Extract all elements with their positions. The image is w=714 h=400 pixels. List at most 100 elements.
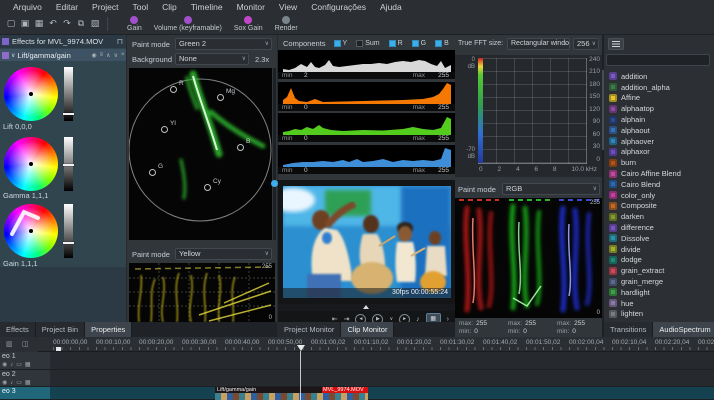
- timeline-zone-marker[interactable]: [56, 347, 61, 351]
- dock-tab[interactable]: Project Bin: [36, 322, 85, 337]
- transition-list-item[interactable]: grain_merge: [604, 276, 714, 287]
- component-checkbox[interactable]: B: [435, 40, 449, 47]
- component-checkbox[interactable]: R: [389, 40, 403, 47]
- menu-item[interactable]: Tool: [126, 2, 156, 12]
- redo-icon[interactable]: ↷: [60, 18, 74, 29]
- track-header[interactable]: eo 3: [0, 387, 50, 400]
- component-checkbox[interactable]: G: [412, 40, 426, 47]
- transition-list-item[interactable]: darken: [604, 211, 714, 222]
- lift-slider[interactable]: [64, 67, 73, 121]
- transition-list-item[interactable]: divide: [604, 244, 714, 255]
- hamburger-menu-button[interactable]: [608, 38, 624, 50]
- chevron-down-icon[interactable]: ∨: [11, 52, 15, 59]
- fft-size-select[interactable]: 256: [573, 38, 599, 50]
- menu-item[interactable]: Clip: [155, 2, 184, 12]
- seek-position-icon[interactable]: [363, 305, 369, 309]
- track-hide-icon[interactable]: ◉: [2, 362, 10, 368]
- dock-tab[interactable]: Transitions: [604, 322, 653, 337]
- transition-list-item[interactable]: Affine: [604, 93, 714, 104]
- transition-list-item[interactable]: Composite: [604, 201, 714, 212]
- monitor-tab[interactable]: Clip Monitor: [341, 322, 394, 337]
- track-lane[interactable]: [50, 370, 714, 388]
- waveform-paint-mode-select[interactable]: Yellow: [175, 248, 272, 260]
- toolbar-action-button[interactable]: Render: [275, 16, 298, 32]
- vectorscope-background-select[interactable]: None: [175, 53, 249, 65]
- transition-list-item[interactable]: lighten: [604, 309, 714, 320]
- save-icon[interactable]: ▦: [32, 18, 46, 29]
- track-hide-icon[interactable]: ◉: [2, 380, 10, 386]
- copy-icon[interactable]: ⧉: [74, 18, 88, 29]
- toolbar-action-button[interactable]: Gain: [127, 16, 142, 32]
- transition-list-item[interactable]: alphaxor: [604, 147, 714, 158]
- track-lock-icon[interactable]: ▭: [16, 362, 25, 368]
- track-composite-icon[interactable]: ▦: [25, 362, 34, 368]
- track-lane[interactable]: [50, 387, 714, 400]
- checkbox-icon[interactable]: [356, 40, 363, 47]
- checkbox-icon[interactable]: [389, 40, 396, 47]
- vectorscope-paint-mode-select[interactable]: Green 2: [175, 38, 272, 50]
- playhead-handle[interactable]: [297, 345, 305, 351]
- transition-list-item[interactable]: alphaatop: [604, 103, 714, 114]
- transition-list-item[interactable]: Dissolve: [604, 233, 714, 244]
- transition-list-item[interactable]: Cairo Affine Blend: [604, 168, 714, 179]
- preset-icon[interactable]: ◉: [91, 52, 96, 59]
- menu-item[interactable]: Configurações: [304, 2, 373, 12]
- component-checkbox[interactable]: Sum: [356, 40, 379, 47]
- gamma-color-wheel[interactable]: [4, 137, 58, 191]
- transition-list-item[interactable]: Cairo Blend: [604, 179, 714, 190]
- menu-item[interactable]: Project: [85, 2, 125, 12]
- gamma-slider[interactable]: [64, 137, 73, 191]
- track-header[interactable]: eo 1 ◉♪▭▦: [0, 352, 50, 370]
- menu-item[interactable]: Arquivo: [6, 2, 49, 12]
- track-lock-icon[interactable]: ▭: [16, 380, 25, 386]
- dock-tab[interactable]: AudioSpectrum: [653, 322, 714, 337]
- pin-icon[interactable]: ⊓: [114, 37, 126, 46]
- transition-list-item[interactable]: hue: [604, 298, 714, 309]
- transition-list-item[interactable]: addition_alpha: [604, 82, 714, 93]
- checkbox-icon[interactable]: [412, 40, 419, 47]
- effect-header-row[interactable]: ∨ Lift/gamma/gain ◉ ≡ ∧ ∨ ×: [0, 49, 126, 61]
- timeline-ruler[interactable]: 00:00:00,0000:00:10,0000:00:20,0000:00:3…: [38, 337, 714, 352]
- monitor-seek-bar[interactable]: [278, 304, 455, 311]
- checkbox-icon[interactable]: [334, 40, 341, 47]
- component-checkbox[interactable]: Y: [334, 40, 348, 47]
- menu-item[interactable]: Timeline: [184, 2, 230, 12]
- timeline-clip[interactable]: Lift/gamma/gain MVL_9974.MOV: [215, 387, 368, 400]
- gain-color-wheel[interactable]: [4, 204, 58, 258]
- transition-list-item[interactable]: alphaout: [604, 125, 714, 136]
- new-icon[interactable]: ▢: [4, 18, 18, 29]
- transition-list-item[interactable]: difference: [604, 222, 714, 233]
- transition-list-item[interactable]: alphaover: [604, 136, 714, 147]
- paste-icon[interactable]: ▧: [88, 18, 102, 29]
- transition-list-item[interactable]: alphain: [604, 114, 714, 125]
- undo-icon[interactable]: ↶: [46, 18, 60, 29]
- track-header[interactable]: eo 2 ◉♪▭▦: [0, 370, 50, 388]
- open-icon[interactable]: ▣: [18, 18, 32, 29]
- checkbox-icon[interactable]: [435, 40, 442, 47]
- toolbar-action-button[interactable]: Sox Gain: [234, 16, 263, 32]
- gain-slider[interactable]: [64, 204, 73, 258]
- menu-icon[interactable]: ≡: [100, 52, 104, 58]
- menu-item[interactable]: Ajuda: [373, 2, 409, 12]
- vectorscope-zoom-slider[interactable]: [273, 68, 276, 240]
- menu-item[interactable]: Monitor: [230, 2, 272, 12]
- close-icon[interactable]: ×: [121, 52, 125, 58]
- track-lane[interactable]: [50, 352, 714, 370]
- toolbar-action-button[interactable]: Volume (keyframable): [154, 16, 222, 32]
- transition-list-item[interactable]: addition: [604, 71, 714, 82]
- menu-item[interactable]: Editar: [49, 2, 85, 12]
- transition-list-item[interactable]: burn: [604, 157, 714, 168]
- lift-color-wheel[interactable]: [4, 67, 58, 121]
- transition-list-item[interactable]: dodge: [604, 255, 714, 266]
- move-up-icon[interactable]: ∧: [106, 52, 110, 59]
- fft-window-select[interactable]: Rectangular window: [507, 38, 570, 50]
- transition-list-item[interactable]: grain_extract: [604, 265, 714, 276]
- dock-tab[interactable]: Effects: [0, 322, 36, 337]
- timeline-tool-icon[interactable]: ◫: [22, 340, 29, 348]
- track-composite-icon[interactable]: ▦: [25, 380, 34, 386]
- slider-handle[interactable]: [271, 180, 278, 187]
- parade-paint-mode-select[interactable]: RGB: [502, 183, 600, 195]
- transition-list-item[interactable]: color_only: [604, 190, 714, 201]
- menu-item[interactable]: View: [272, 2, 304, 12]
- transition-list-item[interactable]: hardlight: [604, 287, 714, 298]
